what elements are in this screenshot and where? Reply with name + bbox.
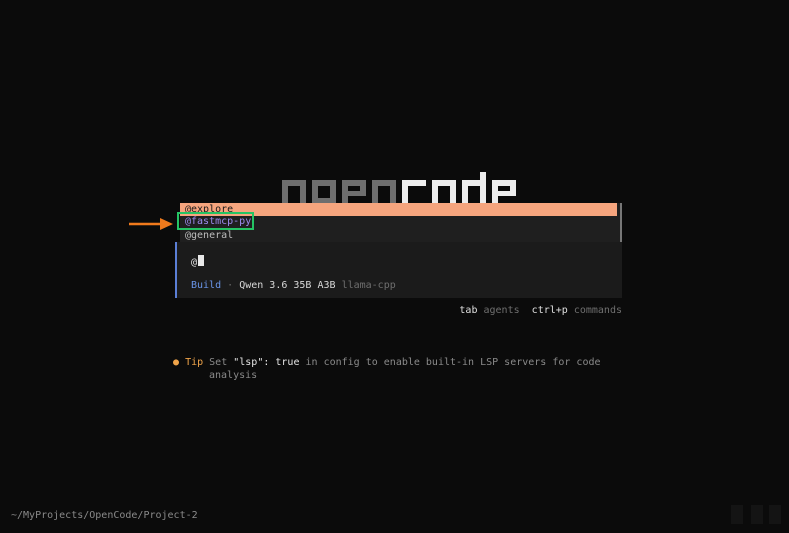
- model-status-line: Build · Qwen 3.6 35B A3B llama-cpp: [191, 280, 396, 291]
- tip-label: Tip: [185, 357, 204, 368]
- hint-action-commands: commands: [573, 305, 622, 316]
- autocomplete-item-label: @general: [185, 230, 234, 241]
- prompt-input[interactable]: @: [191, 255, 205, 268]
- project-path: ~/MyProjects/OpenCode/Project-2: [11, 510, 198, 521]
- autocomplete-item-label: @fastmcp-py: [185, 216, 252, 227]
- arrow-right-icon: [129, 218, 173, 230]
- provider-name: llama-cpp: [341, 280, 396, 291]
- tip-text-2: in config to enable built-in LSP servers…: [299, 357, 601, 368]
- tip-message: ● Tip Set "lsp": true in config to enabl…: [173, 356, 623, 382]
- dot-icon: ●: [173, 357, 180, 368]
- agent-name[interactable]: Build: [191, 280, 221, 291]
- popup-scrollbar[interactable]: [620, 203, 622, 242]
- hint-action-agents: agents: [483, 305, 520, 316]
- model-name[interactable]: Qwen 3.6 35B A3B: [239, 280, 335, 291]
- tip-text-1: Set: [209, 357, 234, 368]
- tip-code: "lsp": true: [233, 357, 300, 368]
- corner-block: [731, 505, 743, 524]
- corner-block: [751, 505, 763, 524]
- text-cursor: [198, 255, 205, 266]
- hint-key-tab: tab: [459, 305, 478, 316]
- corner-status-blocks: [731, 505, 781, 524]
- autocomplete-item-general[interactable]: @general: [180, 229, 617, 242]
- hint-key-ctrl-p: ctrl+p: [531, 305, 568, 316]
- corner-block: [769, 505, 781, 524]
- prompt-input-box[interactable]: @ Build · Qwen 3.6 35B A3B llama-cpp: [175, 242, 622, 298]
- tip-text-3: analysis: [209, 370, 258, 381]
- prompt-input-value: @: [191, 257, 198, 268]
- separator: ·: [227, 280, 234, 291]
- keyboard-hints: tab agents ctrl+p commands: [459, 305, 622, 316]
